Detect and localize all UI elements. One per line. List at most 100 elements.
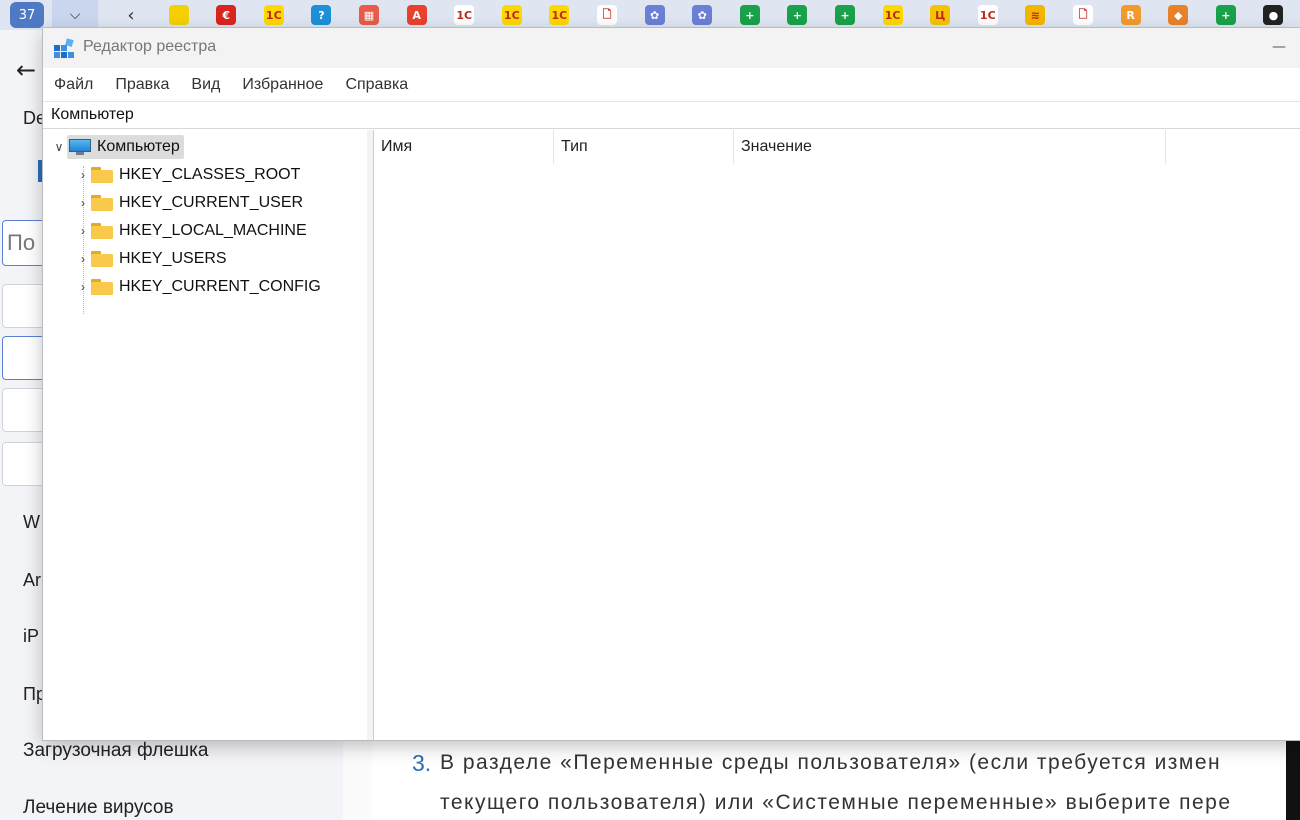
github-icon: ●	[1263, 5, 1284, 25]
orange-diamond-icon: ◆	[1168, 5, 1189, 25]
menu-edit[interactable]: Правка	[115, 76, 169, 94]
browser-tab[interactable]: ≋	[1012, 0, 1058, 30]
tree-node-label: HKEY_CURRENT_CONFIG	[119, 278, 321, 295]
browser-tab[interactable]: R	[1108, 0, 1154, 30]
window-title: Редактор реестра	[83, 38, 217, 55]
menu-bar: Файл Правка Вид Избранное Справка	[43, 70, 1300, 100]
folder-icon	[91, 195, 113, 211]
question-app-icon: ?	[311, 5, 332, 25]
tree-node-selected[interactable]: Компьютер	[67, 135, 184, 159]
browser-tab[interactable]: 1С	[536, 0, 582, 30]
minimize-icon[interactable]: —	[1266, 36, 1292, 58]
tab-counter-badge[interactable]: 37	[10, 2, 44, 28]
tree-node-label: HKEY_LOCAL_MACHINE	[119, 222, 307, 239]
browser-tab[interactable]: ●	[1250, 0, 1296, 30]
menu-help[interactable]: Справка	[345, 76, 408, 94]
tree-node-hkey-local-machine[interactable]: › HKEY_LOCAL_MACHINE	[75, 218, 307, 244]
tree-node-label: HKEY_USERS	[119, 250, 227, 267]
red-grid-icon: ▦	[359, 5, 379, 25]
column-header-type[interactable]: Тип	[554, 130, 734, 164]
browser-tab-strip: 37 ⌵ ‹ €1С? ▦ A 1С 1С 1С 🗋 ✿ ✿ + + +1С Ц 1С ≋ 🗋 R ◆ + ●	[0, 0, 1300, 30]
background-menu-item[interactable]: Загрузочная флешка	[23, 740, 208, 762]
1c-app-icon: 1С	[501, 5, 522, 25]
browser-tab[interactable]: Ц	[917, 0, 963, 30]
yellow-app-icon	[168, 5, 189, 25]
browser-tab[interactable]: ‹	[108, 0, 154, 30]
folder-icon	[91, 167, 113, 183]
column-header-name[interactable]: Имя	[374, 130, 554, 164]
column-header-label: Тип	[561, 138, 588, 155]
browser-tab[interactable]: ▦	[346, 0, 392, 30]
menu-view[interactable]: Вид	[191, 76, 220, 94]
document-icon: 🗋	[597, 5, 617, 25]
browser-tab[interactable]: +	[727, 0, 773, 30]
document-icon: 🗋	[1073, 5, 1093, 25]
tree-node-hkey-classes-root[interactable]: › HKEY_CLASSES_ROOT	[75, 162, 300, 188]
background-fragment: W	[23, 512, 40, 532]
browser-tab[interactable]: +	[822, 0, 868, 30]
address-text: Компьютер	[51, 106, 134, 123]
column-header-label: Значение	[741, 138, 812, 155]
red-spiral-icon: €	[216, 5, 237, 25]
expand-chevron-icon[interactable]: ›	[75, 224, 91, 238]
background-button[interactable]	[2, 336, 46, 380]
browser-tab[interactable]	[156, 0, 202, 30]
back-arrow-icon: ‹	[127, 4, 135, 26]
browser-tab[interactable]: 1С	[441, 0, 487, 30]
address-bar[interactable]: Компьютер	[43, 101, 1300, 129]
1c-app-icon: 1С	[882, 5, 903, 25]
green-plus-icon: +	[1215, 5, 1236, 25]
expand-chevron-icon[interactable]: ›	[75, 280, 91, 294]
title-bar[interactable]: Редактор реестра —	[43, 28, 1300, 68]
orange-swirl-icon: ≋	[1025, 5, 1046, 25]
background-menu-item[interactable]: Лечение вирусов	[23, 797, 174, 819]
background-back-arrow-icon[interactable]: ←	[16, 56, 36, 84]
browser-tab[interactable]: +	[774, 0, 820, 30]
1c-red-icon: 1С	[454, 5, 475, 25]
tree-node-label: Компьютер	[97, 138, 180, 155]
tree-node-hkey-users[interactable]: › HKEY_USERS	[75, 246, 227, 272]
green-plus-icon: +	[835, 5, 855, 25]
browser-tab[interactable]: ◆	[1155, 0, 1201, 30]
browser-tab[interactable]: 1С	[965, 0, 1011, 30]
background-button[interactable]	[2, 442, 46, 486]
tree-node-computer[interactable]: ∨ Компьютер	[51, 134, 184, 160]
expand-chevron-icon[interactable]: ›	[75, 252, 91, 266]
browser-tab[interactable]: ✿	[679, 0, 725, 30]
paragraph-line: В разделе «Переменные среды пользователя…	[440, 751, 1222, 774]
folder-icon	[91, 279, 113, 295]
browser-tab[interactable]: ✿	[632, 0, 678, 30]
expand-chevron-icon[interactable]: ›	[75, 196, 91, 210]
browser-tab[interactable]: A	[394, 0, 440, 30]
browser-tab[interactable]: +	[1203, 0, 1249, 30]
background-button[interactable]	[2, 284, 46, 328]
green-plus-icon: +	[787, 5, 808, 25]
background-fragment: Ar	[23, 570, 41, 590]
menu-file[interactable]: Файл	[54, 76, 93, 94]
collapse-chevron-icon[interactable]: ∨	[51, 140, 67, 154]
pattern-icon: ✿	[692, 5, 713, 25]
browser-tab[interactable]: 1С	[489, 0, 535, 30]
background-button[interactable]	[2, 388, 46, 432]
browser-tab[interactable]: 🗋	[584, 0, 630, 30]
computer-icon	[69, 139, 91, 155]
browser-tab[interactable]: €	[203, 0, 249, 30]
tree-pane[interactable]: ∨ Компьютер › HKEY_CLASSES_ROOT › HKEY_C…	[43, 130, 368, 740]
values-list-pane[interactable]: Имя Тип Значение	[374, 130, 1300, 740]
browser-tab[interactable]: 🗋	[1060, 0, 1106, 30]
column-header-value[interactable]: Значение	[734, 130, 1166, 164]
menu-favorites[interactable]: Избранное	[242, 76, 323, 94]
browser-tab[interactable]: ?	[298, 0, 344, 30]
1c-red-icon: 1С	[977, 5, 998, 25]
tab-counter-text: 37	[18, 7, 36, 23]
expand-chevron-icon[interactable]: ›	[75, 168, 91, 182]
tree-node-label: HKEY_CLASSES_ROOT	[119, 166, 301, 183]
paragraph-line: текущего пользователя) или «Системные пе…	[440, 791, 1232, 814]
browser-tab[interactable]: 1С	[251, 0, 297, 30]
tab-list-chevron-icon[interactable]: ⌵	[52, 0, 98, 30]
orange-app-icon: R	[1120, 5, 1141, 25]
pane-splitter[interactable]	[367, 130, 374, 740]
tree-node-hkey-current-user[interactable]: › HKEY_CURRENT_USER	[75, 190, 303, 216]
tree-node-hkey-current-config[interactable]: › HKEY_CURRENT_CONFIG	[75, 274, 321, 300]
browser-tab[interactable]: 1С	[870, 0, 916, 30]
